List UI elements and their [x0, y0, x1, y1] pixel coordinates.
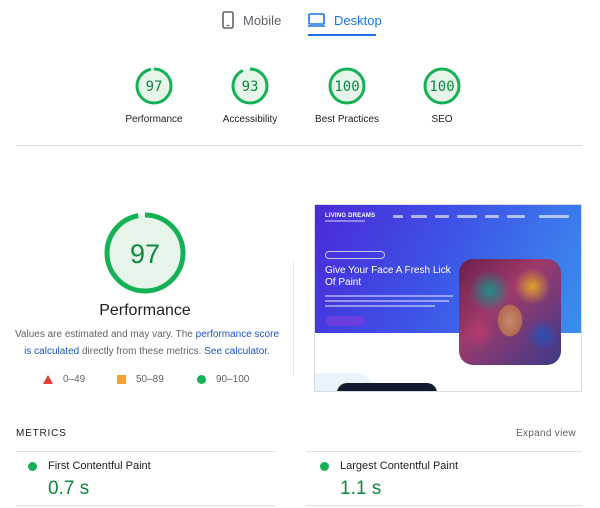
- thumbnail-nav: LIVING DREAMS: [325, 213, 573, 225]
- thumbnail-body-line: [325, 305, 435, 307]
- metric-divider: [306, 505, 582, 506]
- thumbnail-logo-tagline: [325, 220, 365, 222]
- gauge-label: SEO: [431, 114, 453, 125]
- score-gauge: 97: [135, 67, 173, 105]
- gauge-label: Performance: [125, 114, 183, 125]
- gauge-score: 97: [146, 79, 163, 95]
- legend-average: 50–89: [117, 374, 164, 385]
- thumbnail-nav-link: [435, 215, 449, 218]
- score-gauge: 100: [423, 67, 461, 105]
- legend-fail: 0–49: [43, 374, 85, 385]
- metric-name: Largest Contentful Paint: [340, 460, 459, 472]
- gauge-score: 100: [334, 79, 359, 95]
- metric-value: 1.1 s: [340, 478, 382, 499]
- tab-desktop[interactable]: Desktop: [308, 6, 382, 34]
- gauge-score: 100: [429, 79, 454, 95]
- thumbnail-nav-link: [539, 215, 569, 218]
- note-text-middle: directly from these metrics.: [79, 346, 205, 357]
- square-icon: [117, 375, 126, 384]
- active-tab-indicator: [308, 34, 376, 36]
- thumbnail-nav-link: [485, 215, 499, 218]
- thumbnail-pill: [325, 251, 385, 259]
- thumbnail-nav-link: [457, 215, 477, 218]
- legend-pass: 90–100: [197, 374, 249, 385]
- gauge-accessibility[interactable]: 93 Accessibility: [195, 66, 305, 125]
- score-legend: 0–49 50–89 90–100: [0, 374, 290, 388]
- performance-gauge: 97: [104, 212, 186, 294]
- pass-circle-icon: [28, 462, 37, 471]
- thumbnail-nav-link: [393, 215, 403, 218]
- pass-circle-icon: [320, 462, 329, 471]
- desktop-icon: [308, 13, 325, 27]
- gauge-best-practices[interactable]: 100 Best Practices: [292, 66, 402, 125]
- thumbnail-dark-card: [337, 383, 437, 391]
- metric-divider: [16, 451, 276, 452]
- thumbnail-headline: Give Your Face A Fresh Lick Of Paint: [325, 265, 451, 288]
- triangle-icon: [43, 375, 53, 384]
- gauge-seo[interactable]: 100 SEO: [387, 66, 497, 125]
- tab-mobile[interactable]: Mobile: [222, 6, 281, 34]
- score-gauge: 93: [231, 67, 269, 105]
- metric-divider: [306, 451, 582, 452]
- smartphone-icon: [222, 11, 234, 29]
- tab-desktop-label: Desktop: [334, 12, 382, 28]
- calculator-link[interactable]: See calculator.: [204, 346, 270, 357]
- gauge-label: Best Practices: [315, 114, 379, 125]
- score-gauge: 100: [328, 67, 366, 105]
- section-divider: [16, 145, 582, 146]
- thumbnail-nav-link: [507, 215, 525, 218]
- metric-name: First Contentful Paint: [48, 460, 151, 472]
- legend-range: 0–49: [63, 374, 86, 385]
- thumbnail-logo: LIVING DREAMS: [325, 213, 376, 219]
- legend-range: 50–89: [136, 374, 164, 385]
- gauge-score: 93: [242, 79, 259, 95]
- device-tabs: Mobile Desktop: [0, 0, 600, 38]
- metric-divider: [16, 505, 276, 506]
- metric-value: 0.7 s: [48, 478, 90, 499]
- thumbnail-body-line: [325, 295, 453, 297]
- vertical-separator: [293, 262, 294, 376]
- metrics-heading: METRICS: [16, 428, 67, 439]
- thumbnail-cta-button: [325, 316, 365, 326]
- legend-range: 90–100: [216, 374, 250, 385]
- gauge-label: Accessibility: [222, 114, 278, 125]
- thumbnail-body-line: [325, 300, 449, 302]
- tab-mobile-label: Mobile: [243, 12, 282, 28]
- note-text: Values are estimated and may vary. The: [14, 329, 196, 340]
- thumbnail-portrait-image: [459, 259, 561, 365]
- performance-title: Performance: [99, 302, 191, 319]
- expand-view-button[interactable]: Expand view: [516, 428, 576, 439]
- thumbnail-nav-link: [411, 215, 427, 218]
- page-screenshot-thumbnail[interactable]: LIVING DREAMS Give Your Face A Fresh Lic…: [314, 204, 582, 392]
- gauge-performance[interactable]: 97 Performance: [99, 66, 209, 125]
- circle-icon: [197, 375, 206, 384]
- score-note: Values are estimated and may vary. The p…: [12, 326, 282, 360]
- performance-score: 97: [130, 239, 160, 269]
